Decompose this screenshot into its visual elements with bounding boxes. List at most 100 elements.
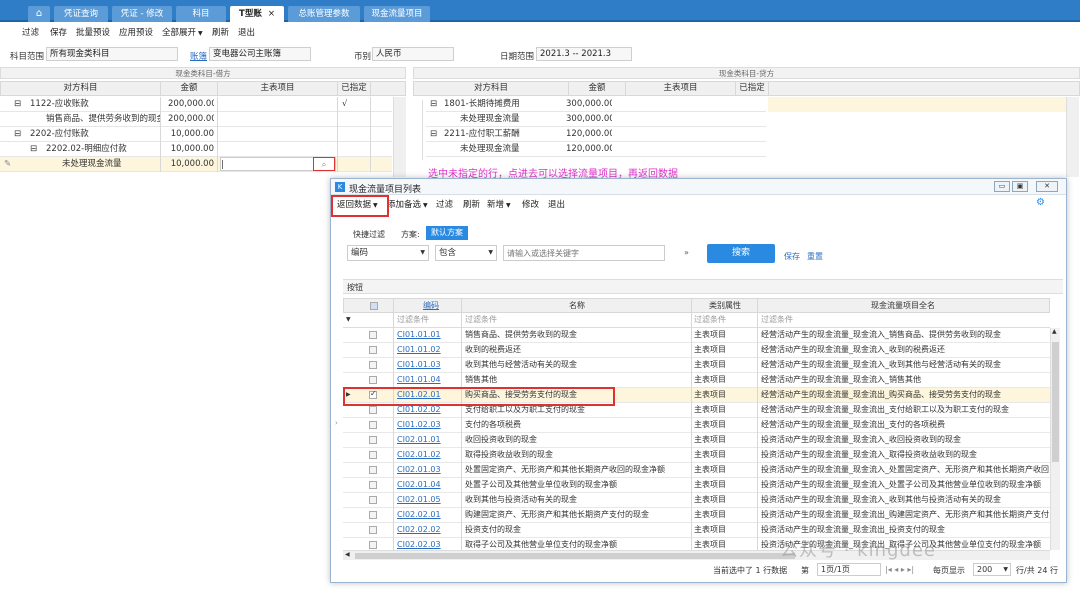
col-fullname[interactable]: 现金流量项目全名 xyxy=(758,299,1048,313)
col-name[interactable]: 名称 xyxy=(462,299,692,313)
tree-toggle-icon[interactable]: ⊟ xyxy=(14,127,21,141)
right-scrollbar[interactable] xyxy=(1066,97,1079,177)
item-code-link[interactable]: CI02.01.01 xyxy=(397,433,461,447)
item-code-link[interactable]: CI01.02.03 xyxy=(397,418,461,432)
menu-batch-preset[interactable]: 批量预设 xyxy=(76,26,110,38)
table-row[interactable]: CI02.01.01 收回投资收到的现金 主表项目 投资活动产生的现金流量_现金流入_… xyxy=(343,433,1050,448)
table-row[interactable]: ⊟ 2202-应付账款 10,000.00 xyxy=(0,127,392,142)
col-code[interactable]: 编码 xyxy=(396,299,466,313)
refresh-button[interactable]: 刷新 xyxy=(463,198,480,210)
table-row[interactable]: CI02.01.05 收到其他与投资活动有关的现金 主表项目 投资活动产生的现金流量_… xyxy=(343,493,1050,508)
table-row[interactable]: ⊟ 1122-应收账款 200,000.00 √ xyxy=(0,97,392,112)
item-code-link[interactable]: CI02.02.01 xyxy=(397,508,461,522)
reset-link[interactable]: 重置 xyxy=(807,251,823,262)
currency-field[interactable]: 人民币 xyxy=(372,47,454,61)
row-checkbox[interactable] xyxy=(369,361,377,369)
table-row[interactable]: CI01.01.03 收到其他与经营活动有关的现金 主表项目 经营活动产生的现金流量_… xyxy=(343,358,1050,373)
scheme-default-tab[interactable]: 默认方案 xyxy=(426,226,468,240)
close-icon[interactable]: × xyxy=(268,9,275,19)
search-input[interactable] xyxy=(503,245,665,261)
col-counter-subject[interactable]: 对方科目 xyxy=(1,82,161,95)
page-field[interactable]: 1页/1页 xyxy=(817,563,881,576)
table-row[interactable]: CI02.02.02 投资支付的现金 主表项目 投资活动产生的现金流量_现金流出_投资… xyxy=(343,523,1050,538)
row-checkbox[interactable] xyxy=(369,541,377,549)
row-checkbox[interactable] xyxy=(369,511,377,519)
select-all-checkbox[interactable] xyxy=(370,302,378,310)
table-row[interactable]: ⊟ 2202.02-明细应付款 10,000.00 xyxy=(0,142,392,157)
dialog-titlebar[interactable]: K 现金流量项目列表 ▭ ▣ ✕ xyxy=(331,179,1066,195)
settings-gear-icon[interactable]: ⚙ xyxy=(1036,197,1045,208)
tree-toggle-icon[interactable]: ⊟ xyxy=(14,97,21,111)
table-row[interactable]: CI01.01.01 销售商品、提供劳务收到的现金 主表项目 经营活动产生的现金流量_… xyxy=(343,328,1050,343)
item-code-link[interactable]: CI01.01.03 xyxy=(397,358,461,372)
tree-toggle-icon[interactable]: ⊟ xyxy=(30,142,37,156)
tab-subject[interactable]: 科目 xyxy=(176,6,226,22)
per-page-select[interactable]: 200 ▼ xyxy=(973,563,1011,576)
menu-exit[interactable]: 退出 xyxy=(238,26,255,38)
add-candidate-button[interactable]: 添加备选 ▼ xyxy=(387,198,428,210)
col-amount[interactable]: 金额 xyxy=(161,82,218,95)
subject-range-field[interactable]: 所有现金类科目 xyxy=(46,47,178,61)
col-assigned[interactable]: 已指定 xyxy=(338,82,371,95)
tree-toggle-icon[interactable]: ⊟ xyxy=(430,97,437,111)
filter-cell[interactable]: 过滤条件 xyxy=(761,313,793,327)
table-row-selected[interactable]: ✎ 未处理现金流量 10,000.00 | ⌕ xyxy=(0,157,392,172)
exit-button[interactable]: 退出 xyxy=(548,198,565,210)
menu-filter[interactable]: 过滤 xyxy=(22,26,39,38)
tab-gl-params[interactable]: 总账管理参数 xyxy=(288,6,360,22)
item-code-link[interactable]: CI02.01.03 xyxy=(397,463,461,477)
table-row[interactable]: 销售商品、提供劳务收到的现金 200,000.00 xyxy=(0,112,392,127)
row-checkbox[interactable] xyxy=(369,376,377,384)
item-grid-scrollbar[interactable]: ▲ xyxy=(1050,328,1060,550)
menu-expand-all[interactable]: 全部展开 ▼ xyxy=(162,26,203,38)
scroll-up-icon[interactable]: ▲ xyxy=(1052,328,1057,335)
table-row[interactable]: 未处理现金流量 300,000.00 xyxy=(426,112,766,127)
table-row[interactable]: CI02.01.04 处置子公司及其他营业单位收到的现金净额 主表项目 投资活动产生的… xyxy=(343,478,1050,493)
row-checkbox[interactable] xyxy=(369,421,377,429)
table-row[interactable]: CI02.01.03 处置固定资产、无形资产和其他长期资产收回的现金净额 主表项目 投… xyxy=(343,463,1050,478)
filter-cell[interactable]: 过滤条件 xyxy=(694,313,726,327)
item-code-link[interactable]: CI01.01.01 xyxy=(397,328,461,342)
table-row[interactable]: CI01.01.04 销售其他 主表项目 经营活动产生的现金流量_现金流入_销售其他 xyxy=(343,373,1050,388)
item-code-link[interactable]: CI02.01.05 xyxy=(397,493,461,507)
search-lookup-icon[interactable]: ⌕ xyxy=(313,157,335,171)
operator-select[interactable]: 包含 ▼ xyxy=(435,245,497,261)
minimize-icon[interactable]: ▭ xyxy=(994,181,1010,192)
date-range-field[interactable]: 2021.3 -- 2021.3 xyxy=(536,47,632,61)
side-expand-icon[interactable]: › xyxy=(335,419,338,427)
row-checkbox[interactable] xyxy=(369,436,377,444)
col-main-item[interactable]: 主表项目 xyxy=(626,82,736,95)
row-checkbox[interactable] xyxy=(369,481,377,489)
book-field[interactable]: 变电器公司主账簿 xyxy=(209,47,311,61)
item-code-link[interactable]: CI01.01.04 xyxy=(397,373,461,387)
hscroll-thumb[interactable] xyxy=(355,553,795,559)
item-code-link[interactable]: CI01.01.02 xyxy=(397,343,461,357)
row-checkbox[interactable] xyxy=(369,496,377,504)
col-type[interactable]: 类别属性 xyxy=(692,299,758,313)
expand-chevron-icon[interactable]: » xyxy=(684,248,689,257)
table-row[interactable]: CI01.02.03 支付的各项税费 主表项目 经营活动产生的现金流量_现金流出_支付… xyxy=(343,418,1050,433)
col-counter-subject[interactable]: 对方科目 xyxy=(414,82,569,95)
table-row[interactable]: 未处理现金流量 120,000.00 xyxy=(426,142,766,157)
book-link[interactable]: 账簿 xyxy=(190,50,207,62)
edit-button[interactable]: 修改 xyxy=(522,198,539,210)
row-checkbox[interactable] xyxy=(369,406,377,414)
item-code-link[interactable]: CI02.01.02 xyxy=(397,448,461,462)
field-select[interactable]: 编码 ▼ xyxy=(347,245,429,261)
menu-apply-preset[interactable]: 应用预设 xyxy=(119,26,153,38)
save-scheme-link[interactable]: 保存 xyxy=(784,251,800,262)
col-assigned[interactable]: 已指定 xyxy=(736,82,769,95)
item-code-link[interactable]: CI02.01.04 xyxy=(397,478,461,492)
search-button[interactable]: 搜索 xyxy=(707,244,775,263)
scroll-thumb[interactable] xyxy=(1052,342,1059,462)
tree-toggle-icon[interactable]: ⊟ xyxy=(430,127,437,141)
tab-voucher-edit[interactable]: 凭证 - 修改 xyxy=(112,6,172,22)
row-checkbox[interactable] xyxy=(369,331,377,339)
maximize-icon[interactable]: ▣ xyxy=(1012,181,1028,192)
item-grid-hscrollbar[interactable]: ◀ xyxy=(343,550,1050,560)
close-icon[interactable]: ✕ xyxy=(1036,181,1058,192)
table-row[interactable]: ⊟ 2211-应付职工薪酬 120,000.00 xyxy=(426,127,766,142)
table-row[interactable]: CI02.02.01 购建固定资产、无形资产和其他长期资产支付的现金 主表项目 投资活… xyxy=(343,508,1050,523)
item-code-link[interactable]: CI02.02.02 xyxy=(397,523,461,537)
tab-t-account[interactable]: T型账 × xyxy=(230,6,284,22)
